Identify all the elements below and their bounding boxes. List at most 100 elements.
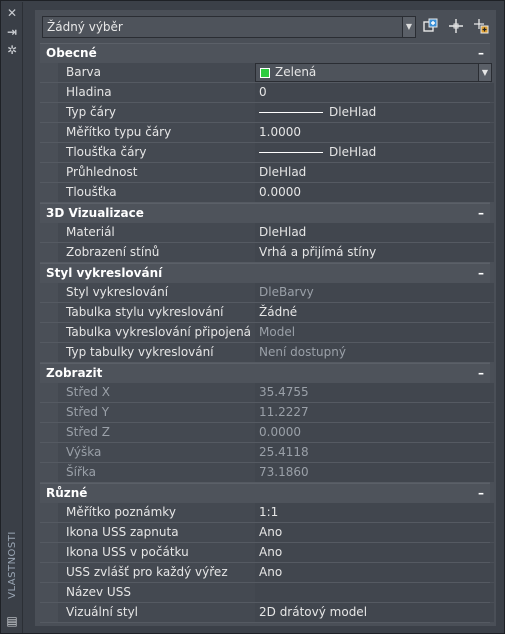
property-name: Měřítko typu čáry — [58, 123, 263, 142]
property-name: Tloušťka čáry — [58, 143, 263, 162]
property-value-text: DleHlad — [329, 145, 377, 159]
property-row-layer[interactable]: Hladina 0 — [40, 83, 494, 103]
property-row-center-x[interactable]: Střed X 35.4755 — [40, 383, 494, 403]
property-row-center-z[interactable]: Střed Z 0.0000 — [40, 423, 494, 443]
property-name: Zobrazení stínů — [58, 243, 263, 262]
property-value[interactable]: DleHlad — [255, 143, 494, 162]
section-header-general[interactable]: Obecné – — [40, 43, 490, 63]
chevron-down-icon[interactable]: ▼ — [402, 16, 416, 38]
property-name: Šířka — [58, 463, 263, 482]
property-row-ucs-icon-origin[interactable]: Ikona USS v počátku Ano — [40, 543, 494, 563]
collapse-icon[interactable]: – — [478, 364, 484, 383]
property-value[interactable]: 0.0000 — [255, 183, 494, 202]
property-value: 0.0000 — [255, 423, 494, 442]
section-title: Zobrazit — [46, 366, 103, 380]
property-value: Model — [255, 323, 494, 342]
section-header-3d[interactable]: 3D Vizualizace – — [40, 203, 490, 223]
property-value[interactable]: Ano — [255, 523, 494, 542]
palette-menu-icon[interactable]: ▤ — [5, 614, 19, 628]
collapse-icon[interactable]: – — [478, 44, 484, 63]
selection-bar: Žádný výběr ▼ — [42, 16, 416, 38]
property-name: Ikona USS v počátku — [58, 543, 263, 562]
property-row-material[interactable]: Materiál DleHlad — [40, 223, 494, 243]
pick-point-icon[interactable] — [447, 18, 465, 36]
property-row-width[interactable]: Šířka 73.1860 — [40, 463, 494, 483]
section-view: Zobrazit – Střed X 35.4755 Střed Y 11.2227 … — [40, 363, 494, 483]
property-value: Není dostupný — [255, 343, 494, 362]
section-header-view[interactable]: Zobrazit – — [40, 363, 490, 383]
property-value[interactable]: DleHlad — [255, 163, 494, 182]
palette-title-strip: ✕ ⇥ ✲ VLASTNOSTI ▤ — [2, 2, 23, 633]
property-row-center-y[interactable]: Střed Y 11.2227 — [40, 403, 494, 423]
property-value[interactable]: Vrhá a přijímá stíny — [255, 243, 494, 262]
section-title: Různé — [46, 486, 88, 500]
properties-panel: Žádný výběr ▼ Obecné – Barva Zelená ▼ Hlad… — [35, 10, 496, 626]
property-value: 73.1860 — [255, 463, 494, 482]
property-value[interactable]: DleHlad — [255, 103, 494, 122]
quick-select-icon[interactable] — [422, 18, 440, 36]
auto-hide-icon[interactable]: ⇥ — [5, 25, 19, 39]
property-value[interactable] — [255, 583, 494, 602]
property-name: Hladina — [58, 83, 263, 102]
properties-palette: ✕ ⇥ ✲ VLASTNOSTI ▤ Žádný výběr ▼ Obecné –… — [0, 0, 505, 634]
property-value-text: DleHlad — [329, 105, 377, 119]
color-dropdown[interactable]: Zelená ▼ — [255, 63, 492, 82]
property-name: Barva — [58, 63, 263, 82]
property-name: Měřítko poznámky — [58, 503, 263, 522]
property-row-height[interactable]: Výška 25.4118 — [40, 443, 494, 463]
property-row-visual-style[interactable]: Vizuální styl 2D drátový model — [40, 603, 494, 623]
property-row-linetype[interactable]: Typ čáry DleHlad — [40, 103, 494, 123]
section-plot-style: Styl vykreslování – Styl vykreslování DleB… — [40, 263, 494, 363]
property-row-plot-table-type[interactable]: Typ tabulky vykreslování Není dostupný — [40, 343, 494, 363]
property-name: Střed Z — [58, 423, 263, 442]
collapse-icon[interactable]: – — [478, 264, 484, 283]
property-value[interactable]: 0 — [255, 83, 494, 102]
property-name: Typ tabulky vykreslování — [58, 343, 263, 362]
property-row-plot-style[interactable]: Styl vykreslování DleBarvy — [40, 283, 494, 303]
property-row-linetype-scale[interactable]: Měřítko typu čáry 1.0000 — [40, 123, 494, 143]
property-row-ucs-name[interactable]: Název USS — [40, 583, 494, 603]
settings-icon[interactable]: ✲ — [5, 43, 19, 57]
palette-title: VLASTNOSTI — [7, 531, 18, 599]
section-title: Styl vykreslování — [46, 266, 163, 280]
property-value: 35.4755 — [255, 383, 494, 402]
property-value[interactable]: 1:1 — [255, 503, 494, 522]
property-row-ucs-per-viewport[interactable]: USS zvlášť pro každý výřez Ano — [40, 563, 494, 583]
selection-dropdown[interactable]: Žádný výběr — [42, 16, 404, 38]
property-value[interactable]: 2D drátový model — [255, 603, 494, 622]
property-name: Tabulka stylu vykreslování — [58, 303, 263, 322]
property-row-annotation-scale[interactable]: Měřítko poznámky 1:1 — [40, 503, 494, 523]
property-value[interactable]: Ano — [255, 563, 494, 582]
property-name: Střed Y — [58, 403, 263, 422]
property-value[interactable]: Ano — [255, 543, 494, 562]
section-3d-visualization: 3D Vizualizace – Materiál DleHlad Zobrazen… — [40, 203, 494, 263]
property-name: Název USS — [58, 583, 263, 602]
lineweight-preview — [259, 152, 323, 153]
collapse-icon[interactable]: – — [478, 484, 484, 503]
section-title: Obecné — [46, 46, 97, 60]
property-row-plot-table-attached[interactable]: Tabulka vykreslování připojená k Model — [40, 323, 494, 343]
chevron-down-icon[interactable]: ▼ — [478, 64, 491, 81]
property-row-shadow-display[interactable]: Zobrazení stínů Vrhá a přijímá stíny — [40, 243, 494, 263]
property-value: 11.2227 — [255, 403, 494, 422]
close-icon[interactable]: ✕ — [5, 6, 19, 20]
property-row-transparency[interactable]: Průhlednost DleHlad — [40, 163, 494, 183]
property-name: Tabulka vykreslování připojená k — [58, 323, 263, 342]
property-row-lineweight[interactable]: Tloušťka čáry DleHlad — [40, 143, 494, 163]
select-objects-icon[interactable] — [472, 18, 490, 36]
property-row-plot-style-table[interactable]: Tabulka stylu vykreslování Žádné — [40, 303, 494, 323]
property-value[interactable]: DleHlad — [255, 223, 494, 242]
collapse-icon[interactable]: – — [478, 204, 484, 223]
property-row-color[interactable]: Barva Zelená ▼ — [40, 63, 492, 83]
property-name: Průhlednost — [58, 163, 263, 182]
property-name: Styl vykreslování — [58, 283, 263, 302]
section-misc: Různé – Měřítko poznámky 1:1 Ikona USS zap… — [40, 483, 494, 623]
section-header-plot-style[interactable]: Styl vykreslování – — [40, 263, 490, 283]
property-value[interactable]: Žádné — [255, 303, 494, 322]
color-swatch-icon — [260, 67, 270, 78]
property-value[interactable]: 1.0000 — [255, 123, 494, 142]
property-row-thickness[interactable]: Tloušťka 0.0000 — [40, 183, 494, 203]
section-header-misc[interactable]: Různé – — [40, 483, 490, 503]
property-row-ucs-icon-on[interactable]: Ikona USS zapnuta Ano — [40, 523, 494, 543]
property-value: 25.4118 — [255, 443, 494, 462]
